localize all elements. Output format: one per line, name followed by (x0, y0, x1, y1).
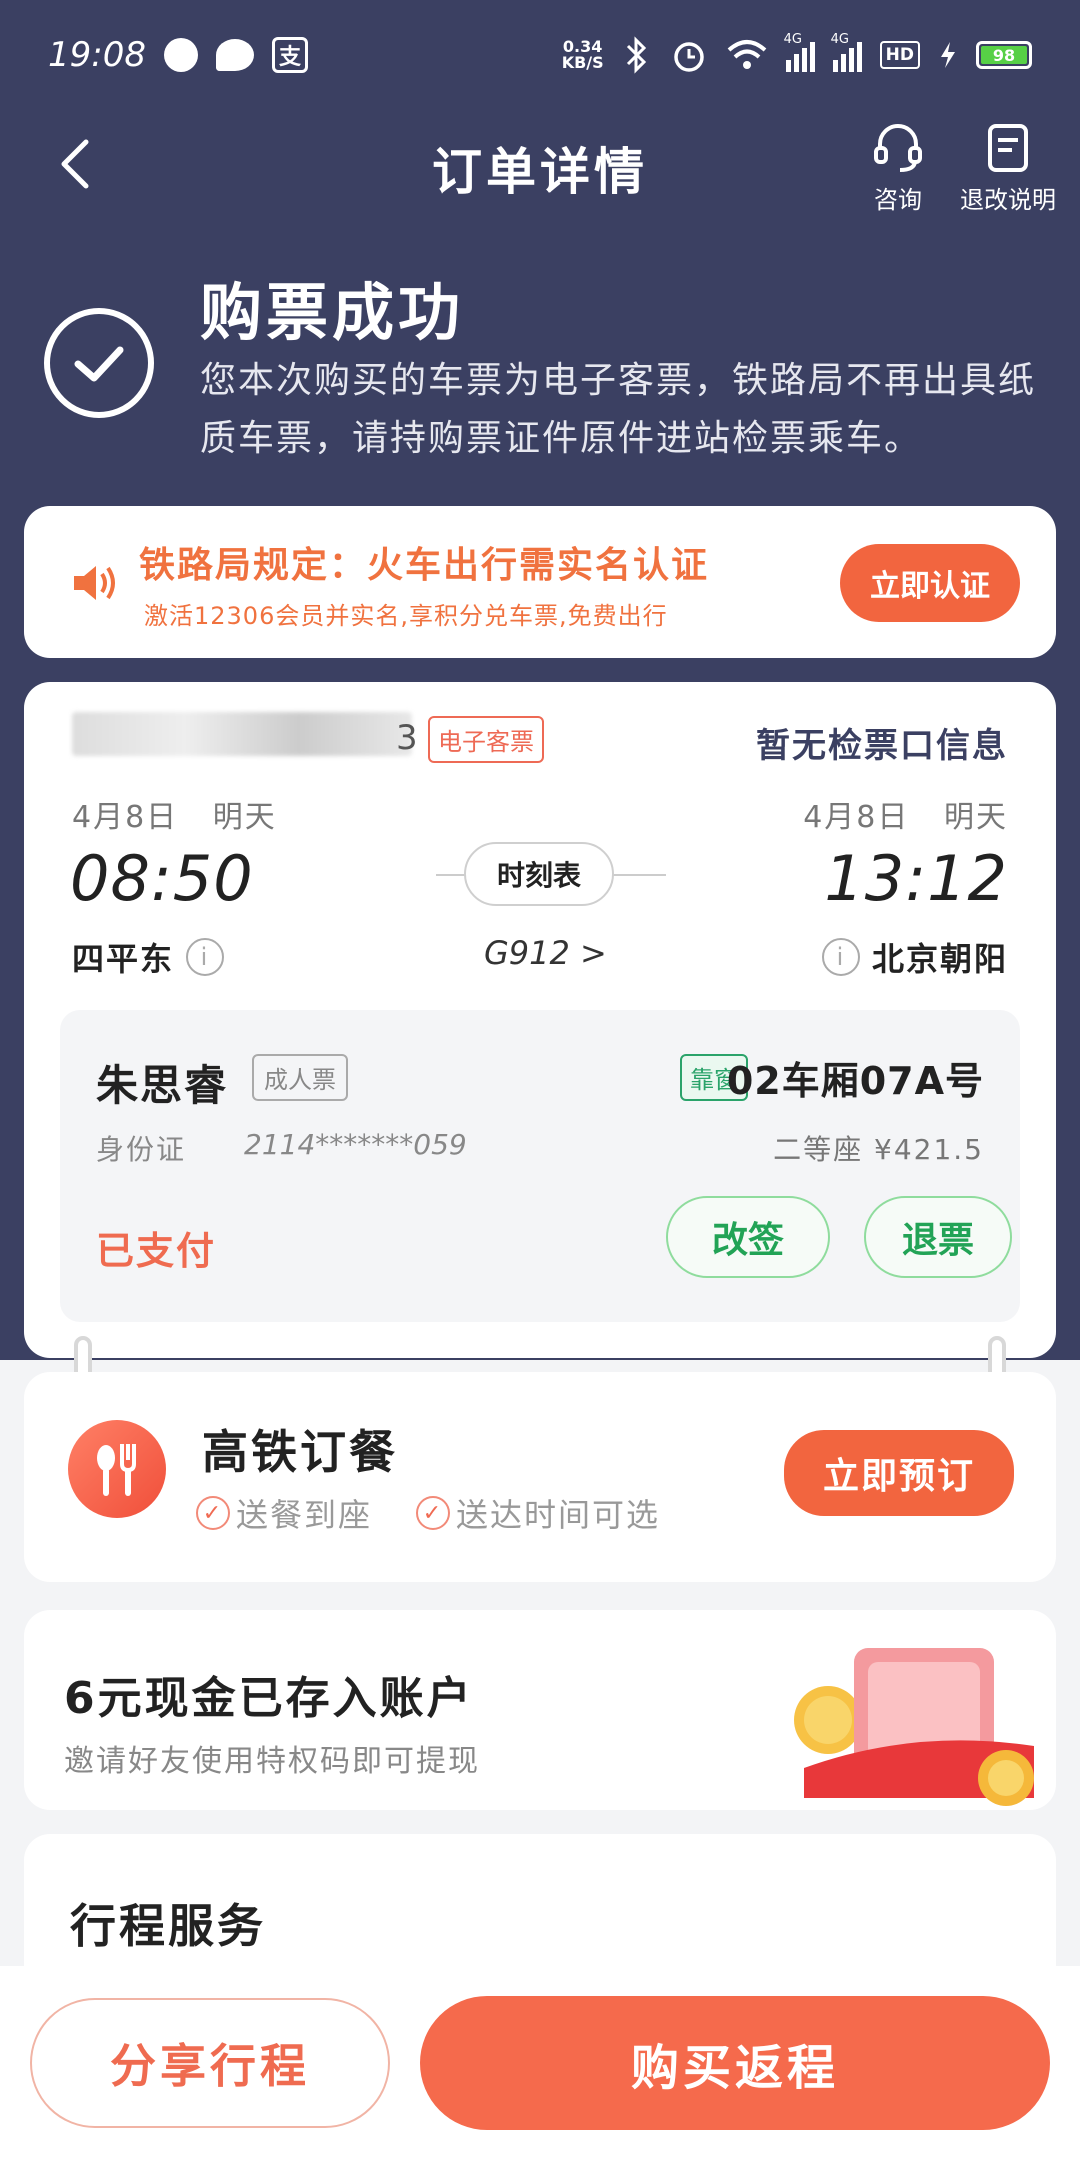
trip-service-title: 行程服务 (70, 1899, 266, 1953)
refund-rules-label: 退改说明 (960, 186, 1056, 214)
refund-ticket-button[interactable]: 退票 (864, 1196, 1012, 1278)
departure-date: 4月8日 明天 (72, 800, 277, 835)
gate-info: 暂无检票口信息 (756, 726, 1008, 766)
cash-subtitle: 邀请好友使用特权码即可提现 (64, 1744, 480, 1779)
change-ticket-button[interactable]: 改签 (666, 1196, 830, 1278)
realname-title: 铁路局规定：火车出行需实名认证 (139, 545, 710, 586)
verify-now-button[interactable]: 立即认证 (840, 544, 1020, 622)
buy-return-button[interactable]: 购买返程 (420, 1996, 1050, 2130)
train-code-link[interactable]: G912 > (484, 934, 607, 972)
alarm-icon (673, 42, 704, 72)
net-speed: 0.34 KB/S (561, 37, 604, 72)
meal-feature-time: ✓ 送达时间可选 (416, 1490, 660, 1536)
passenger-name: 朱思睿 (96, 1061, 229, 1110)
signal-icon: 4G (784, 32, 815, 72)
hd-icon: HD (879, 41, 920, 69)
consult-label: 咨询 (874, 186, 922, 214)
success-check-icon (44, 308, 154, 418)
passenger-box: 朱思睿 成人票 靠窗 02车厢07A号 身份证 2114*******059 二… (60, 1010, 1020, 1322)
train-number-tail: 3 (396, 718, 418, 758)
battery-icon: 98 (976, 41, 1032, 69)
check-icon: ✓ (416, 1496, 450, 1530)
status-bar: 19:08 支 0.34 KB/S 4G 4G HD 98 (0, 0, 1080, 110)
id-type: 身份证 (96, 1133, 187, 1166)
red-envelope-gift-icon (794, 1648, 1034, 1806)
realname-card: 铁路局规定：火车出行需实名认证 激活12306会员并实名,享积分兑车票,免费出行… (24, 506, 1056, 658)
wifi-icon (727, 40, 766, 69)
arrival-station[interactable]: i 北京朝阳 (821, 934, 1008, 980)
id-number: 2114*******059 (244, 1128, 467, 1161)
book-meal-button[interactable]: 立即预订 (784, 1430, 1014, 1516)
cash-card[interactable]: 6元现金已存入账户 邀请好友使用特权码即可提现 (24, 1610, 1056, 1810)
nav-header: 订单详情 咨询 退改说明 (0, 110, 1080, 220)
seat-number: 02车厢07A号 (726, 1059, 984, 1103)
bottom-action-bar: 分享行程 购买返程 (0, 1966, 1080, 2160)
speaker-icon (74, 566, 115, 600)
signal-icon-2: 4G (831, 32, 862, 72)
ticket-card: 3 电子客票 暂无检票口信息 4月8日 明天 4月8日 明天 08:50 13:… (24, 682, 1056, 1358)
seat-class-price: 二等座 ¥421.5 (773, 1133, 984, 1166)
timetable-button[interactable]: 时刻表 (464, 842, 614, 906)
consult-button[interactable]: 咨询 (858, 120, 938, 215)
success-description: 您本次购买的车票为电子客票，铁路局不再出具纸质车票，请持购票证件原件进站检票乘车… (200, 360, 1037, 459)
payment-status: 已支付 (96, 1229, 217, 1273)
ticket-type-tag: 成人票 (252, 1054, 348, 1101)
check-icon: ✓ (196, 1496, 230, 1530)
alipay-icon: 支 (271, 37, 308, 73)
arrival-date: 4月8日 明天 (803, 800, 1008, 835)
fork-spoon-icon (68, 1420, 166, 1518)
info-icon[interactable]: i (821, 938, 860, 976)
info-icon[interactable]: i (186, 938, 225, 976)
chat-bubble-icon (163, 38, 198, 72)
meal-feature-delivery: ✓ 送餐到座 (196, 1490, 372, 1536)
success-title: 购票成功 (200, 276, 465, 349)
e-ticket-tag: 电子客票 (428, 716, 544, 763)
share-trip-button[interactable]: 分享行程 (30, 1998, 390, 2128)
cash-title: 6元现金已存入账户 (64, 1673, 474, 1724)
bluetooth-icon (626, 36, 646, 74)
meal-card: 高铁订餐 ✓ 送餐到座 ✓ 送达时间可选 立即预订 (24, 1372, 1056, 1582)
departure-time: 08:50 (70, 842, 254, 915)
train-number-redacted (72, 712, 412, 756)
document-icon (988, 124, 1028, 172)
meal-title: 高铁订餐 (202, 1425, 398, 1479)
arrival-time: 13:12 (824, 842, 1008, 915)
charging-icon (941, 42, 955, 68)
headset-icon (874, 124, 922, 172)
departure-station[interactable]: 四平东 i (72, 934, 225, 980)
refund-rules-button[interactable]: 退改说明 (948, 120, 1068, 215)
status-time: 19:08 (48, 35, 146, 75)
wechat-icon (215, 39, 254, 71)
realname-subtitle: 激活12306会员并实名,享积分兑车票,免费出行 (144, 602, 668, 630)
